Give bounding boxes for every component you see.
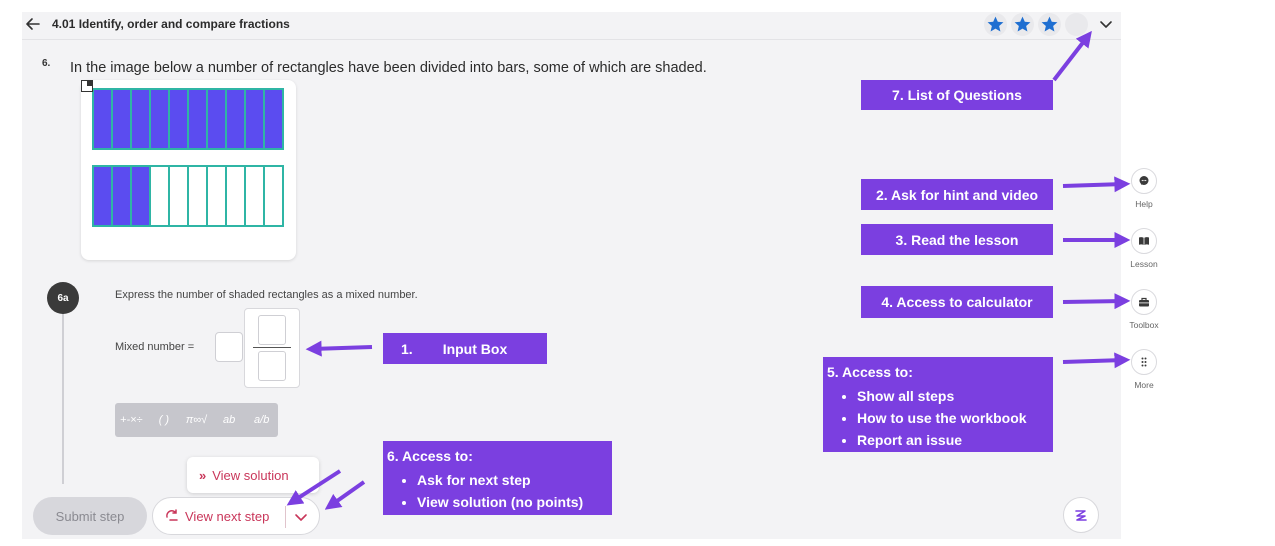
callout-input-box-number: 1. [401, 340, 413, 357]
unshaded-bar [225, 165, 246, 227]
whole-number-input[interactable] [215, 332, 243, 362]
sidebar-label-more: More [1134, 380, 1154, 390]
help-circle [1131, 168, 1157, 194]
shaded-bar [130, 88, 151, 150]
sidebar-label-lesson: Lesson [1130, 259, 1158, 269]
callout-more-item: How to use the workbook [857, 407, 1053, 429]
parentheses-button[interactable]: ( ) [148, 403, 181, 437]
sidebar-item-more[interactable]: More [1121, 349, 1167, 390]
callout-next-step-heading: 6. Access to: [387, 448, 473, 464]
submit-step-button[interactable]: Submit step [33, 497, 147, 535]
fraction-input [244, 308, 300, 388]
star-4 [1065, 13, 1088, 36]
button-divider [285, 506, 286, 528]
callout-calculator: 4. Access to calculator [861, 286, 1053, 318]
toolbox-icon [1139, 297, 1149, 307]
fraction-figure [81, 80, 296, 260]
star-filled-icon [1014, 16, 1031, 32]
shaded-bar [187, 88, 208, 150]
mathspace-logo-button[interactable] [1063, 497, 1099, 533]
view-solution-label: View solution [212, 467, 289, 483]
back-arrow-icon[interactable] [25, 16, 41, 32]
lesson-circle [1131, 228, 1157, 254]
unshaded-bar [149, 165, 170, 227]
fraction-bar [253, 347, 291, 348]
star-rating[interactable] [984, 13, 1088, 36]
shaded-bar [111, 88, 132, 150]
callout-list-of-questions: 7. List of Questions [861, 80, 1053, 110]
callout-next-step-access: 6. Access to: Ask for next step View sol… [383, 441, 612, 515]
star-3 [1038, 13, 1061, 36]
callout-input-box-text: Input Box [442, 340, 508, 357]
shaded-bar [111, 165, 132, 227]
question-text: In the image below a number of rectangle… [70, 60, 707, 76]
step-prompt: Express the number of shaded rectangles … [115, 289, 418, 301]
toolbox-circle [1131, 289, 1157, 315]
book-icon [1139, 237, 1149, 245]
star-filled-icon [1041, 16, 1058, 32]
callout-more-heading: 5. Access to: [827, 364, 913, 380]
shaded-bar [130, 165, 151, 227]
shaded-bar [92, 165, 113, 227]
fraction-button[interactable]: a/b [245, 403, 278, 437]
lesson-title: 4.01 Identify, order and compare fractio… [52, 17, 290, 31]
symbols-button[interactable]: π∞√ [180, 403, 213, 437]
unshaded-bar [168, 165, 189, 227]
numerator-input[interactable] [258, 315, 286, 345]
shaded-bar [149, 88, 170, 150]
sidebar-item-help[interactable]: Help [1121, 168, 1167, 209]
questions-chevron-down-icon[interactable] [1098, 16, 1114, 32]
fraction-bars-svg [92, 88, 284, 227]
more-circle [1131, 349, 1157, 375]
callout-more-list: Show all steps How to use the workbook R… [827, 385, 1053, 451]
double-chevron-icon: » [199, 467, 207, 483]
chat-icon [1139, 176, 1149, 185]
top-bar: 4.01 Identify, order and compare fractio… [22, 12, 1121, 40]
view-solution-button[interactable]: » View solution [187, 457, 319, 493]
callout-input-box: 1. Input Box [383, 333, 547, 364]
unshaded-bar [244, 165, 265, 227]
view-next-step-label: View next step [185, 508, 270, 524]
callout-more-item: Report an issue [857, 429, 1053, 451]
star-1 [984, 13, 1007, 36]
shaded-bar [206, 88, 227, 150]
star-2 [1011, 13, 1034, 36]
unshaded-bar [206, 165, 227, 227]
denominator-input[interactable] [258, 351, 286, 381]
callout-more-access: 5. Access to: Show all steps How to use … [823, 357, 1053, 452]
sidebar-item-toolbox[interactable]: Toolbox [1121, 289, 1167, 330]
sidebar-item-lesson[interactable]: Lesson [1121, 228, 1167, 269]
callout-read-lesson: 3. Read the lesson [861, 224, 1053, 255]
callout-next-step-list: Ask for next step View solution (no poin… [387, 469, 612, 513]
shaded-bar [92, 88, 113, 150]
sidebar-label-help: Help [1135, 199, 1153, 209]
step-timeline [62, 312, 64, 484]
view-next-step-button[interactable]: View next step [152, 497, 320, 535]
dots-grid-icon [1141, 357, 1147, 367]
callout-more-item: Show all steps [857, 385, 1053, 407]
shaded-bar [244, 88, 265, 150]
shaded-bar [168, 88, 189, 150]
step-badge: 6a [47, 282, 79, 314]
callout-hint-video: 2. Ask for hint and video [861, 179, 1053, 210]
expand-icon[interactable] [81, 80, 93, 92]
sidebar-label-toolbox: Toolbox [1129, 320, 1159, 330]
right-sidebar: Help Lesson Toolbox More [1121, 12, 1167, 539]
shaded-bar [263, 88, 284, 150]
unshaded-bar [263, 165, 284, 227]
math-toolbar: +-×÷ ( ) π∞√ ab a/b [115, 403, 278, 437]
unshaded-bar [187, 165, 208, 227]
star-filled-icon [987, 16, 1004, 32]
question-number: 6. [42, 58, 51, 69]
operators-button[interactable]: +-×÷ [115, 403, 148, 437]
exponent-button[interactable]: ab [213, 403, 246, 437]
mathspace-logo-icon [1075, 510, 1087, 521]
next-step-icon [166, 509, 178, 521]
callout-next-step-item: View solution (no points) [417, 491, 612, 513]
chevron-down-icon[interactable] [293, 509, 309, 525]
callout-next-step-item: Ask for next step [417, 469, 612, 491]
answer-label: Mixed number = [115, 341, 195, 353]
shaded-bar [225, 88, 246, 150]
